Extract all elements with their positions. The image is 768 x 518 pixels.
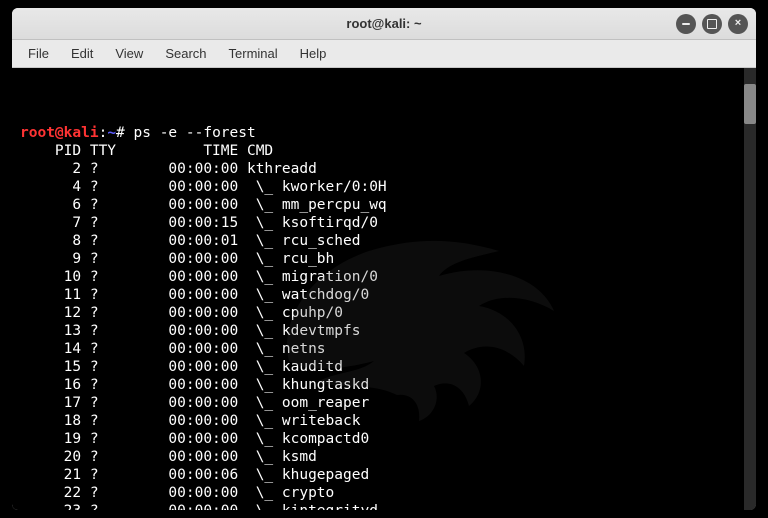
minimize-icon[interactable] (676, 14, 696, 34)
process-row: 11 ? 00:00:00 \_ watchdog/0 (20, 287, 369, 303)
process-row: 16 ? 00:00:00 \_ khungtaskd (20, 377, 369, 393)
maximize-icon[interactable] (702, 14, 722, 34)
process-row: 12 ? 00:00:00 \_ cpuhp/0 (20, 305, 343, 321)
process-row: 8 ? 00:00:01 \_ rcu_sched (20, 233, 360, 249)
process-row: 15 ? 00:00:00 \_ kauditd (20, 359, 343, 375)
terminal-pane[interactable]: root@kali:~# ps -e --forest PID TTY TIME… (12, 68, 756, 510)
menu-help[interactable]: Help (290, 43, 337, 64)
process-row: 21 ? 00:00:06 \_ khugepaged (20, 467, 369, 483)
process-row: 2 ? 00:00:00 kthreadd (20, 161, 317, 177)
process-row: 14 ? 00:00:00 \_ netns (20, 341, 326, 357)
process-row: 13 ? 00:00:00 \_ kdevtmpfs (20, 323, 360, 339)
menu-file[interactable]: File (18, 43, 59, 64)
menu-terminal[interactable]: Terminal (219, 43, 288, 64)
process-row: 23 ? 00:00:00 \_ kintegrityd (20, 503, 378, 510)
process-row: 22 ? 00:00:00 \_ crypto (20, 485, 334, 501)
process-row: 6 ? 00:00:00 \_ mm_percpu_wq (20, 197, 387, 213)
process-row: 19 ? 00:00:00 \_ kcompactd0 (20, 431, 369, 447)
menubar: File Edit View Search Terminal Help (12, 40, 756, 68)
process-row: 7 ? 00:00:15 \_ ksoftirqd/0 (20, 215, 378, 231)
menu-view[interactable]: View (105, 43, 153, 64)
close-icon[interactable]: × (728, 14, 748, 34)
process-row: 20 ? 00:00:00 \_ ksmd (20, 449, 317, 465)
titlebar: root@kali: ~ × (12, 8, 756, 40)
process-row: 4 ? 00:00:00 \_ kworker/0:0H (20, 179, 387, 195)
window-title: root@kali: ~ (346, 16, 421, 31)
menu-search[interactable]: Search (155, 43, 216, 64)
process-row: 18 ? 00:00:00 \_ writeback (20, 413, 360, 429)
scrollbar[interactable] (744, 68, 756, 510)
menu-edit[interactable]: Edit (61, 43, 103, 64)
window-controls: × (676, 14, 748, 34)
terminal-output: root@kali:~# ps -e --forest PID TTY TIME… (20, 124, 748, 510)
terminal-window: root@kali: ~ × File Edit View Search Ter… (12, 8, 756, 510)
process-row: 9 ? 00:00:00 \_ rcu_bh (20, 251, 334, 267)
process-row: 10 ? 00:00:00 \_ migration/0 (20, 269, 378, 285)
process-row: 17 ? 00:00:00 \_ oom_reaper (20, 395, 369, 411)
scrollbar-thumb[interactable] (744, 84, 756, 124)
